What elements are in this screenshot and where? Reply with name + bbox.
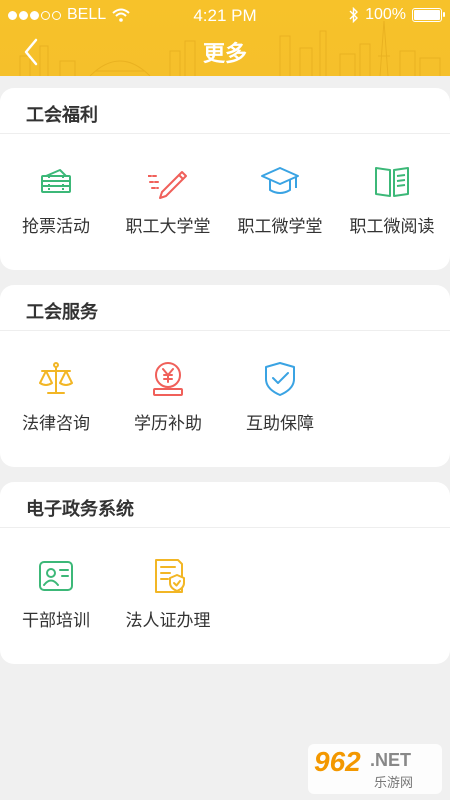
ticket-icon bbox=[41, 169, 71, 193]
watermark-site: 乐游网 bbox=[374, 775, 414, 790]
grid-item-label: 职工微学堂 bbox=[237, 217, 323, 236]
app-header: BELL 4:21 PM 100% 更多 bbox=[0, 0, 450, 76]
grid-item-education-subsidy[interactable]: 学历补助 bbox=[112, 331, 224, 451]
section-union-service: 工会服务 法律咨询 学历补助 互助保障 bbox=[0, 285, 450, 467]
grid-item-cadre-training[interactable]: 干部培训 bbox=[0, 528, 112, 648]
grid-item-micro-reading[interactable]: 职工微阅读 bbox=[336, 134, 448, 254]
section-grid: 抢票活动 职工大学堂 职工微学堂 职工微阅读 bbox=[0, 134, 450, 274]
graduation-cap-icon bbox=[261, 167, 299, 194]
grid-item-micro-school[interactable]: 职工微学堂 bbox=[224, 134, 336, 254]
grid-item-label: 互助保障 bbox=[246, 414, 314, 433]
battery-percent: 100% bbox=[365, 6, 406, 23]
grid-item-ticket-activity[interactable]: 抢票活动 bbox=[0, 134, 112, 254]
section-title: 工会福利 bbox=[0, 88, 450, 134]
status-bar: BELL 4:21 PM 100% bbox=[0, 0, 450, 30]
profile-card-icon bbox=[39, 561, 73, 591]
grid-item-mutual-aid[interactable]: 互助保障 bbox=[224, 331, 336, 451]
certificate-icon bbox=[155, 559, 185, 593]
grid-item-legal-person-cert[interactable]: 法人证办理 bbox=[112, 528, 224, 648]
bluetooth-icon bbox=[349, 7, 359, 23]
grid-item-legal-consult[interactable]: 法律咨询 bbox=[0, 331, 112, 451]
status-right: 100% bbox=[349, 6, 445, 24]
battery-icon bbox=[412, 8, 445, 22]
yuan-coin-icon bbox=[153, 362, 183, 396]
nav-bar: 更多 bbox=[0, 30, 450, 74]
section-grid: 干部培训 法人证办理 bbox=[0, 528, 450, 668]
watermark-logo: 962 .NET 乐游网 bbox=[308, 744, 442, 794]
section-union-welfare: 工会福利 抢票活动 职工大学堂 职工微学堂 职工微阅读 bbox=[0, 88, 450, 270]
page-title: 更多 bbox=[202, 41, 247, 66]
watermark-suffix: .NET bbox=[370, 750, 412, 770]
section-e-government: 电子政务系统 干部培训 法人证办理 bbox=[0, 482, 450, 664]
watermark-brand: 962 bbox=[314, 746, 361, 777]
grid-item-label: 职工大学堂 bbox=[125, 217, 211, 236]
grid-item-workers-college[interactable]: 职工大学堂 bbox=[112, 134, 224, 254]
grid-item-label: 法人证办理 bbox=[125, 611, 211, 630]
scales-icon bbox=[39, 362, 73, 394]
grid-item-label: 抢票活动 bbox=[22, 217, 90, 236]
grid-item-label: 职工微阅读 bbox=[349, 217, 435, 236]
grid-item-label: 学历补助 bbox=[134, 414, 202, 433]
section-title: 工会服务 bbox=[0, 285, 450, 331]
shield-check-icon bbox=[265, 362, 295, 396]
pen-icon bbox=[148, 171, 187, 199]
grid-item-label: 干部培训 bbox=[22, 611, 90, 630]
section-grid: 法律咨询 学历补助 互助保障 bbox=[0, 331, 450, 471]
grid-item-label: 法律咨询 bbox=[22, 414, 90, 433]
section-title: 电子政务系统 bbox=[0, 482, 450, 528]
open-book-icon bbox=[375, 167, 409, 197]
